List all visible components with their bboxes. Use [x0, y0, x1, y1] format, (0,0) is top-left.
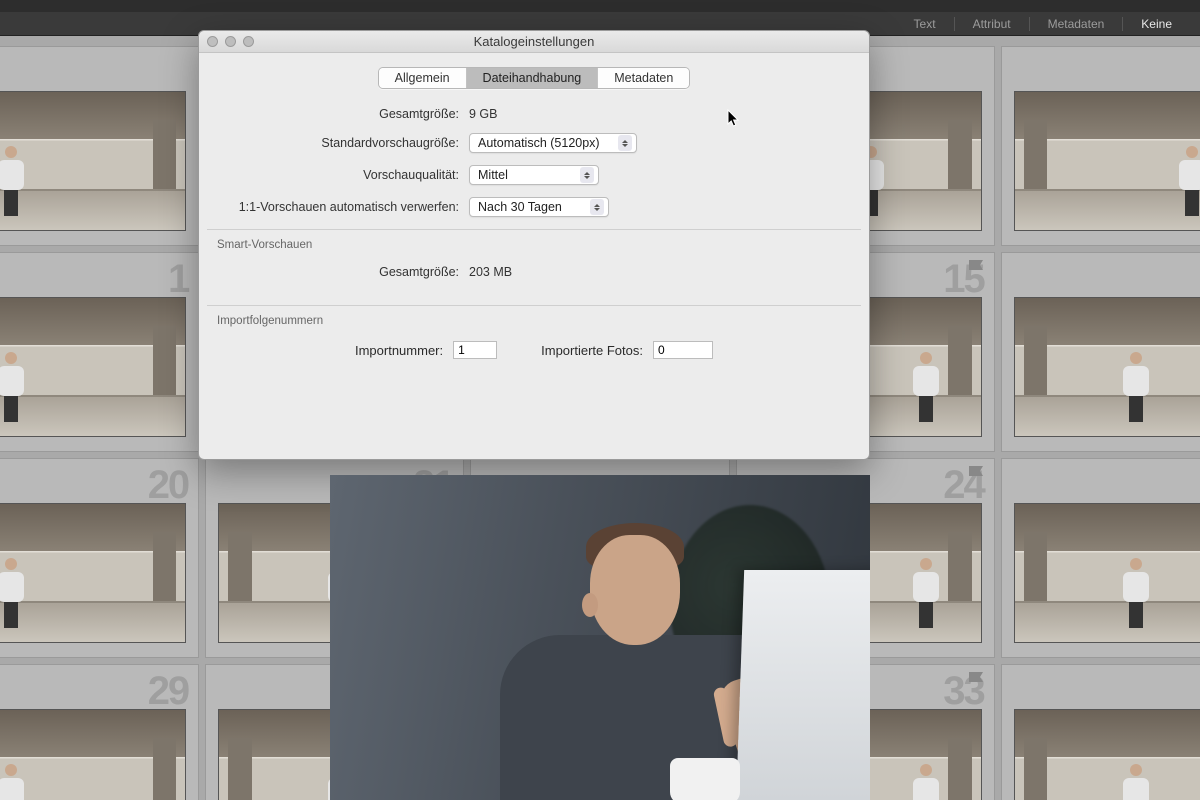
thumbnail[interactable] — [1014, 709, 1200, 800]
window-close-button[interactable] — [207, 36, 218, 47]
dialog-titlebar[interactable]: Katalogeinstellungen — [199, 31, 869, 53]
cursor-icon — [727, 109, 741, 127]
chevron-updown-icon — [618, 135, 632, 151]
grid-cell[interactable]: 6 — [1001, 46, 1200, 246]
grid-cell[interactable]: 29 — [0, 664, 199, 800]
thumbnail[interactable] — [0, 503, 186, 643]
smart-total-size-label: Gesamtgröße: — [217, 265, 469, 279]
discard-1to1-value: Nach 30 Tagen — [478, 200, 562, 214]
grid-cell[interactable] — [1001, 252, 1200, 452]
import-number-input[interactable] — [453, 341, 497, 359]
preview-quality-value: Mittel — [478, 168, 508, 182]
dialog-title: Katalogeinstellungen — [474, 34, 595, 49]
cell-index: 20 — [148, 463, 189, 508]
grid-cell[interactable] — [0, 46, 199, 246]
import-number-label: Importnummer: — [355, 343, 443, 358]
filter-attribute[interactable]: Attribut — [973, 17, 1011, 31]
preview-quality-select[interactable]: Mittel — [469, 165, 599, 185]
tab-metadata[interactable]: Metadaten — [598, 68, 689, 88]
thumbnail[interactable] — [0, 709, 186, 800]
presenter-video-overlay — [330, 475, 870, 800]
import-sequence-section: Importfolgenummern Importnummer: Importi… — [199, 305, 869, 375]
separator — [954, 17, 955, 31]
chevron-updown-icon — [590, 199, 604, 215]
std-preview-size-value: Automatisch (5120px) — [478, 136, 600, 150]
cell-index: 29 — [148, 669, 189, 714]
cell-index: 1 — [168, 257, 188, 302]
imported-photos-input[interactable] — [653, 341, 713, 359]
grid-cell[interactable]: 1 — [0, 252, 199, 452]
catalog-settings-dialog: Katalogeinstellungen Allgemein Dateihand… — [198, 30, 870, 460]
grid-cell[interactable] — [1001, 664, 1200, 800]
thumbnail[interactable] — [0, 91, 186, 231]
imported-photos-label: Importierte Fotos: — [541, 343, 643, 358]
std-preview-size-label: Standardvorschaugröße: — [217, 136, 469, 150]
preview-quality-label: Vorschauqualität: — [217, 168, 469, 182]
total-size-label: Gesamtgröße: — [217, 107, 469, 121]
import-sequence-heading: Importfolgenummern — [217, 315, 851, 327]
filter-none[interactable]: Keine — [1141, 17, 1172, 31]
smart-previews-section: Smart-Vorschauen Gesamtgröße: 203 MB — [199, 229, 869, 295]
thumbnail[interactable] — [0, 297, 186, 437]
grid-cell[interactable]: 20 — [0, 458, 199, 658]
separator — [1029, 17, 1030, 31]
tab-file-handling[interactable]: Dateihandhabung — [467, 68, 599, 88]
window-minimize-button[interactable] — [225, 36, 236, 47]
smart-previews-heading: Smart-Vorschauen — [217, 239, 851, 251]
filter-metadata[interactable]: Metadaten — [1048, 17, 1105, 31]
dialog-tabs: Allgemein Dateihandhabung Metadaten — [199, 67, 869, 89]
chevron-updown-icon — [580, 167, 594, 183]
thumbnail[interactable] — [1014, 503, 1200, 643]
window-chrome-top — [0, 0, 1200, 12]
thumbnail[interactable] — [1014, 297, 1200, 437]
filter-text[interactable]: Text — [914, 17, 936, 31]
flag-icon — [968, 465, 986, 479]
tab-general[interactable]: Allgemein — [379, 68, 467, 88]
std-preview-size-select[interactable]: Automatisch (5120px) — [469, 133, 637, 153]
separator — [1122, 17, 1123, 31]
grid-cell[interactable]: 2 — [1001, 458, 1200, 658]
discard-1to1-label: 1:1-Vorschauen automatisch verwerfen: — [217, 200, 469, 214]
flag-icon — [968, 671, 986, 685]
thumbnail[interactable] — [1014, 91, 1200, 231]
total-size-value: 9 GB — [469, 107, 498, 121]
window-zoom-button[interactable] — [243, 36, 254, 47]
smart-total-size-value: 203 MB — [469, 265, 512, 279]
flag-icon — [968, 259, 986, 273]
discard-1to1-select[interactable]: Nach 30 Tagen — [469, 197, 609, 217]
